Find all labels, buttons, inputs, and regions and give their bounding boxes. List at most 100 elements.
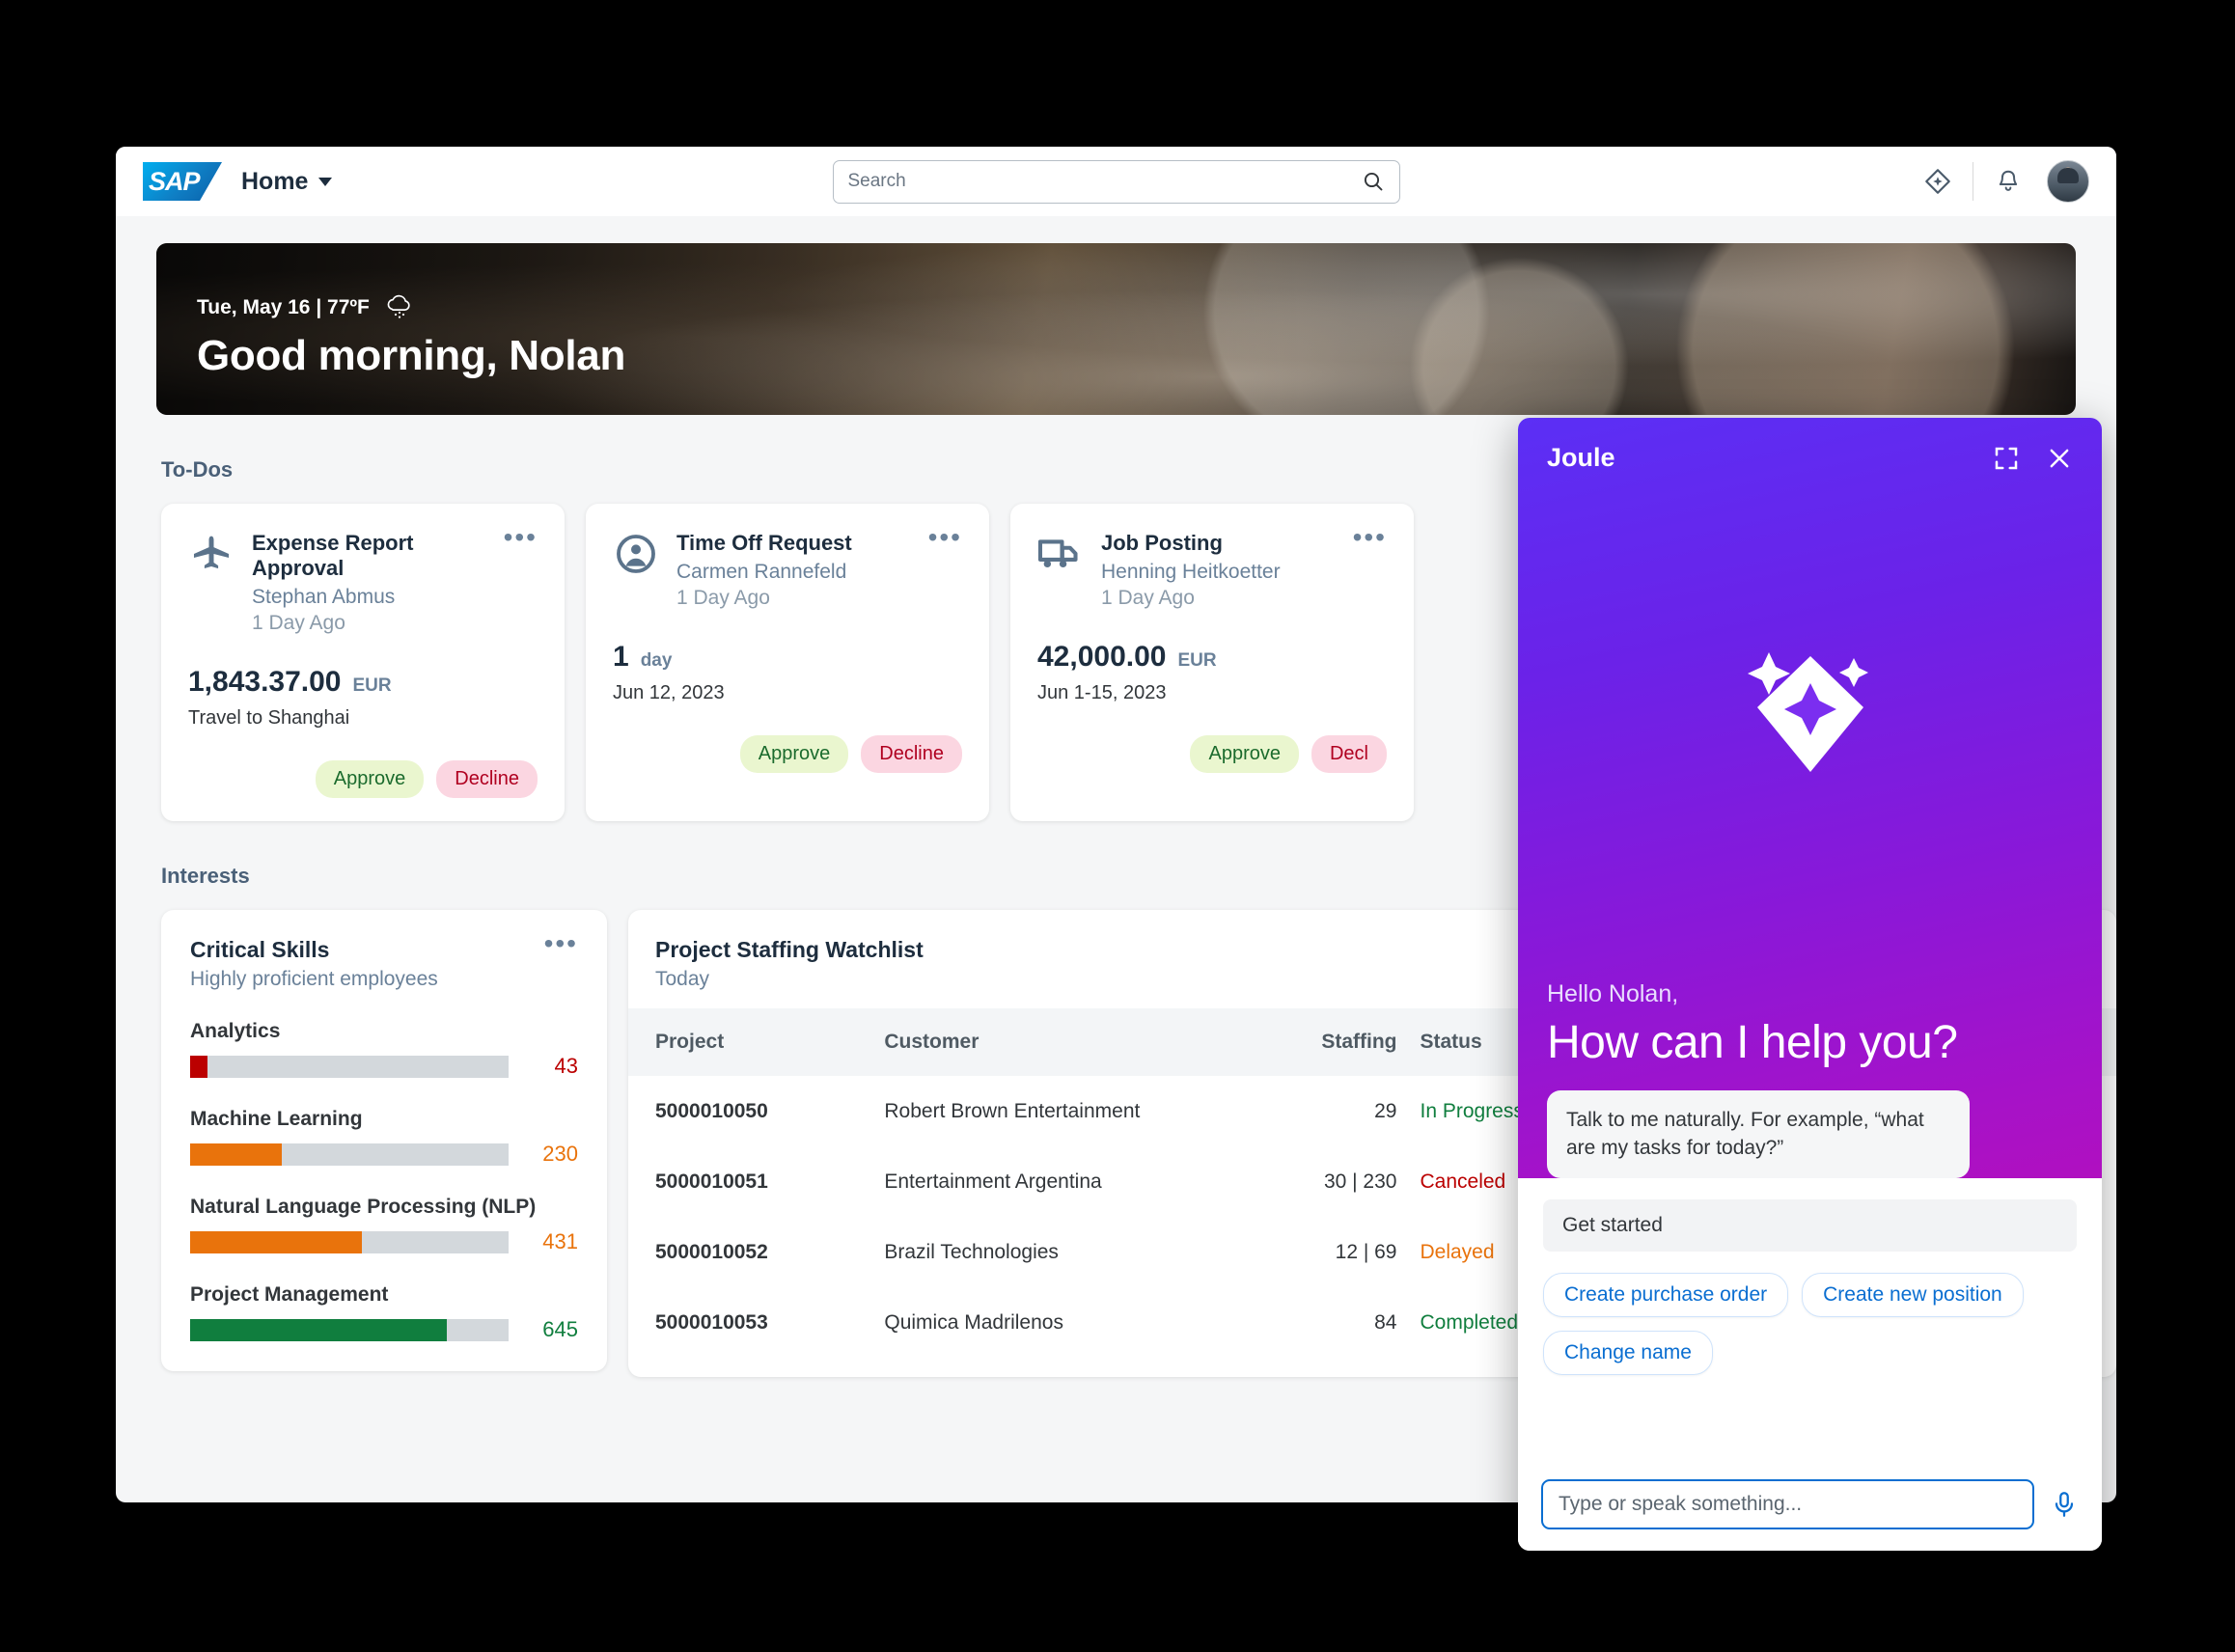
screenshot-scene: SAP Home: [0, 0, 2235, 1652]
notifications-button[interactable]: [1981, 154, 2035, 208]
bell-icon: [1995, 168, 2022, 195]
column-header[interactable]: Staffing: [1202, 1008, 1408, 1076]
todo-amount: 1,843.37.00: [188, 666, 341, 699]
joule-input-row: [1518, 1466, 2102, 1551]
cell-staffing: 12 | 69: [1202, 1217, 1408, 1287]
suggestion-chip[interactable]: Create purchase order: [1543, 1273, 1788, 1317]
overflow-menu-icon[interactable]: •••: [544, 937, 578, 950]
skill-label: Machine Learning: [190, 1108, 578, 1131]
shell-bar: SAP Home: [116, 147, 2116, 216]
get-started-label: Get started: [1543, 1199, 2077, 1252]
joule-diamond-icon: [1923, 167, 1952, 196]
skill-bar-fill: [190, 1231, 362, 1253]
cell-project: 5000010052: [628, 1217, 872, 1287]
todo-note: Travel to Shanghai: [188, 707, 538, 730]
joule-headline: How can I help you?: [1547, 1016, 2073, 1069]
todo-card[interactable]: Time Off Request Carmen Rannefeld 1 Day …: [586, 504, 989, 821]
skill-bar-track: [190, 1319, 509, 1341]
greeting-title: Good morning, Nolan: [197, 332, 2076, 380]
todo-title: Time Off Request: [676, 531, 911, 556]
approve-button[interactable]: Approve: [1190, 735, 1299, 773]
skills-bar-chart: Analytics 43 Machine Learning 230 Natura…: [190, 1020, 578, 1342]
todo-note: Jun 12, 2023: [613, 682, 962, 704]
hero-banner: Tue, May 16 | 77ºF Good morning, Nolan: [156, 243, 2076, 415]
skill-value: 431: [524, 1229, 578, 1254]
joule-hello: Hello Nolan,: [1547, 980, 2073, 1008]
critical-skills-card: Critical Skills Highly proficient employ…: [161, 910, 607, 1371]
skill-item: Project Management 645: [190, 1283, 578, 1342]
skills-card-title: Critical Skills: [190, 937, 438, 963]
hero-meta: Tue, May 16 | 77ºF: [197, 293, 2076, 322]
joule-launch-button[interactable]: [1911, 154, 1965, 208]
skill-value: 230: [524, 1142, 578, 1167]
todo-card[interactable]: Expense Report Approval Stephan Abmus 1 …: [161, 504, 565, 821]
cell-customer: Entertainment Argentina: [872, 1146, 1202, 1217]
shell-actions: [1911, 154, 2089, 208]
search-bar[interactable]: [833, 160, 1400, 204]
todo-person: Henning Heitkoetter: [1101, 561, 1336, 584]
avatar[interactable]: [2047, 160, 2089, 203]
joule-message-input[interactable]: [1559, 1493, 2017, 1516]
approve-button[interactable]: Approve: [740, 735, 849, 773]
cell-customer: Quimica Madrilenos: [872, 1287, 1202, 1358]
todo-amount: 42,000.00: [1037, 641, 1166, 674]
joule-panel: Joule: [1518, 418, 2102, 1551]
todo-person: Carmen Rannefeld: [676, 561, 911, 584]
microphone-icon[interactable]: [2050, 1490, 2079, 1519]
todo-age: 1 Day Ago: [676, 587, 911, 610]
suggestion-chip-list: Create purchase order Create new position…: [1543, 1273, 2077, 1375]
todo-unit: EUR: [1177, 650, 1216, 672]
chevron-down-icon: [318, 178, 332, 186]
skill-item: Analytics 43: [190, 1020, 578, 1079]
skill-bar-track: [190, 1056, 509, 1078]
sap-logo-icon[interactable]: SAP: [143, 162, 222, 201]
joule-hero: Joule: [1518, 418, 2102, 1178]
decline-button[interactable]: Decline: [861, 735, 962, 773]
cell-staffing: 30 | 230: [1202, 1146, 1408, 1217]
cloud-snow-icon: [383, 293, 416, 322]
cell-project: 5000010051: [628, 1146, 872, 1217]
cell-staffing: 84: [1202, 1287, 1408, 1358]
cell-project: 5000010053: [628, 1287, 872, 1358]
skill-bar-fill: [190, 1056, 207, 1078]
column-header[interactable]: Project: [628, 1008, 872, 1076]
skill-label: Natural Language Processing (NLP): [190, 1196, 578, 1219]
todo-card[interactable]: Job Posting Henning Heitkoetter 1 Day Ag…: [1010, 504, 1414, 821]
cell-customer: Brazil Technologies: [872, 1217, 1202, 1287]
skill-bar-track: [190, 1231, 509, 1253]
skill-label: Project Management: [190, 1283, 578, 1307]
skill-bar-fill: [190, 1143, 282, 1166]
search-icon[interactable]: [1362, 170, 1385, 193]
todo-age: 1 Day Ago: [252, 612, 486, 635]
todo-person: Stephan Abmus: [252, 586, 486, 609]
skill-value: 43: [524, 1054, 578, 1079]
todo-title: Job Posting: [1101, 531, 1336, 556]
overflow-menu-icon[interactable]: •••: [928, 531, 962, 544]
overflow-menu-icon[interactable]: •••: [1353, 531, 1387, 544]
skill-value: 645: [524, 1317, 578, 1342]
overflow-menu-icon[interactable]: •••: [504, 531, 538, 544]
decline-button[interactable]: Decl: [1311, 735, 1387, 773]
truck-icon: [1037, 531, 1084, 577]
skill-bar-track: [190, 1143, 509, 1166]
joule-input-wrap[interactable]: [1541, 1479, 2034, 1529]
sap-logo-text: SAP: [143, 162, 222, 201]
cell-project: 5000010050: [628, 1076, 872, 1146]
joule-diamond-icon: [1547, 434, 2073, 980]
suggestion-chip[interactable]: Change name: [1543, 1331, 1713, 1375]
todo-note: Jun 1-15, 2023: [1037, 682, 1387, 704]
skill-item: Natural Language Processing (NLP) 431: [190, 1196, 578, 1254]
todo-unit: EUR: [352, 675, 391, 697]
approve-button[interactable]: Approve: [316, 760, 425, 798]
home-menu-button[interactable]: Home: [241, 168, 332, 196]
decline-button[interactable]: Decline: [436, 760, 538, 798]
suggestion-chip[interactable]: Create new position: [1802, 1273, 2024, 1317]
search-input[interactable]: [848, 171, 1362, 192]
todo-age: 1 Day Ago: [1101, 587, 1336, 610]
joule-suggestions: Get started Create purchase orderCreate …: [1518, 1178, 2102, 1466]
hero-date-temp: Tue, May 16 | 77ºF: [197, 296, 370, 319]
column-header[interactable]: Customer: [872, 1008, 1202, 1076]
joule-hint-bubble: Talk to me naturally. For example, “what…: [1547, 1090, 1970, 1178]
todo-amount: 1: [613, 641, 629, 674]
skill-label: Analytics: [190, 1020, 578, 1043]
